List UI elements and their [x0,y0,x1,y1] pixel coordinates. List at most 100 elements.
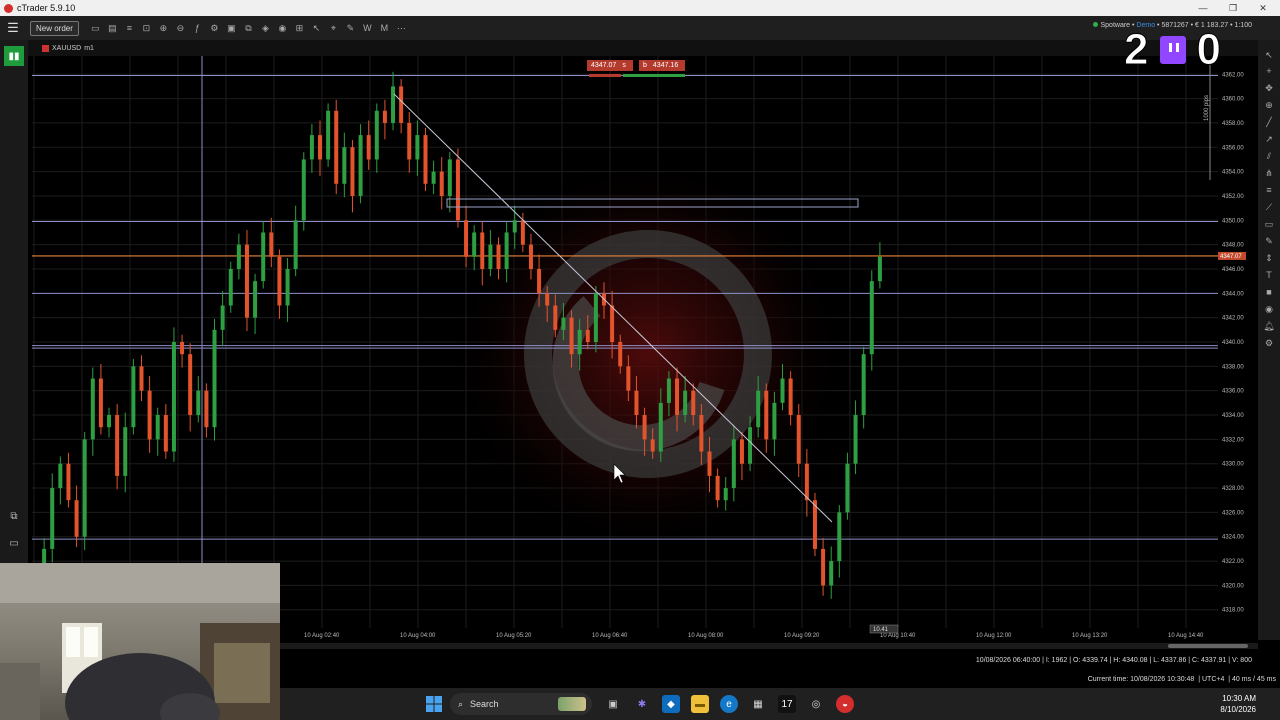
fibonacci-tool-icon[interactable]: ≡ [1261,183,1277,197]
candle-body [244,244,249,318]
buy-quote-button[interactable]: b 4347.16 [639,60,685,71]
sell-quote-button[interactable]: 4347.07 s [587,60,633,71]
windows-taskbar: ⌕ Search ▣ ✱ ◆ ▬ e ▦ 17 ◎ ◒ 10:30 AM 8/1… [280,688,1280,720]
hand-tool-icon[interactable]: ✥ [1261,81,1277,95]
zoom-out-icon[interactable]: ⊖ [172,20,189,37]
ctrader-taskbar-icon[interactable]: ◒ [836,695,854,713]
candle-body [577,329,582,355]
windows-start-icon[interactable] [425,695,443,713]
alert-tool-icon[interactable]: 🔔︎ [1261,319,1277,333]
candle-body [131,366,136,428]
time-tick-label: 10 Aug 13:20 [1072,633,1108,639]
snapshot-icon[interactable]: ⧉ [240,20,257,37]
layers-icon[interactable]: ◈ [257,20,274,37]
chart-type-icon[interactable]: ≡ [121,20,138,37]
channel-tool-icon[interactable]: ⫽ [1261,149,1277,163]
steering-app-icon[interactable]: ◎ [807,695,825,713]
text-tool-icon[interactable]: T [1261,268,1277,282]
more-icon[interactable]: ⋯ [393,20,410,37]
crosshair-tool-icon[interactable]: + [1261,64,1277,78]
edge-browser-icon[interactable]: e [720,695,738,713]
current-time: Current time: 10/08/2026 10:30:48 [1087,676,1195,683]
ray-tool-icon[interactable]: ↗ [1261,132,1277,146]
trade-watch-icon[interactable]: ▮▮ [4,46,24,66]
candle-body [472,232,477,257]
month-icon[interactable]: M [376,20,393,37]
bots-icon[interactable]: ⚙ [206,20,223,37]
trendline-tool-icon[interactable]: ╱ [1261,115,1277,129]
color-tool-icon[interactable]: ■ [1261,285,1277,299]
measure-tool-icon[interactable]: ⇕ [1261,251,1277,265]
tradingview-icon[interactable]: 17 [778,695,796,713]
candle-body [318,135,322,160]
symbol-flag-icon [42,44,49,52]
pointer-tool-icon[interactable]: ↖ [1261,48,1277,62]
store-icon[interactable]: ▦ [749,695,767,713]
price-tick-label: 4350.00 [1222,218,1244,224]
fib-fan-tool-icon[interactable]: ⟋ [1261,200,1277,214]
minimize-icon[interactable]: — [1188,0,1218,16]
pip-label: 1000 pips [1204,95,1210,121]
system-clock[interactable]: 10:30 AM 8/10/2026 [1220,693,1256,715]
price-tick-label: 4338.00 [1222,364,1244,370]
price-tick-label: 4348.00 [1222,243,1244,249]
latency: 40 ms / 45 ms [1232,676,1276,683]
task-view-icon[interactable]: ▣ [604,695,622,713]
chart-scrollbar[interactable] [280,643,1258,649]
time-tick-label: 10 Aug 12:00 [976,633,1012,639]
webcam-overlay [0,563,280,720]
candle-body [569,317,574,355]
timezone-selector[interactable]: UTC+4 [1202,676,1224,683]
visibility-tool-icon[interactable]: ◉ [1261,302,1277,316]
scrollbar-thumb[interactable] [1168,644,1248,648]
new-order-button[interactable]: New order [30,20,79,36]
crosshair-icon[interactable]: ⌖ [325,20,342,37]
price-tick-label: 4322.00 [1222,559,1244,565]
rectangle-tool-icon[interactable]: ▭ [1261,217,1277,231]
menu-icon[interactable]: ☰ [0,16,26,40]
price-chart[interactable]: 1000 pips 4362.004360.004358.004356.0043… [32,56,1258,640]
layout-icon[interactable]: ▤ [104,20,121,37]
copilot-icon[interactable]: ◆ [662,695,680,713]
zoom-tool-icon[interactable]: ⊕ [1261,98,1277,112]
price-tick-label: 4344.00 [1222,291,1244,297]
timeframe-label[interactable]: m1 [84,45,94,52]
chart-mode-icon[interactable]: ▭ [87,20,104,37]
cursor-icon[interactable]: ↖ [308,20,325,37]
draw-icon[interactable]: ✎ [342,20,359,37]
close-icon[interactable]: ✕ [1248,0,1278,16]
taskbar-search[interactable]: ⌕ Search [450,693,592,715]
visibility-icon[interactable]: ◉ [274,20,291,37]
candle-body [683,390,688,416]
teams-icon[interactable]: ✱ [633,695,651,713]
indicators-icon[interactable]: ƒ [189,20,206,37]
main-toolbar: ☰ New order ▭ ▤ ≡ ⊡ ⊕ ⊖ ƒ ⚙ ▣ ⧉ ◈ ◉ ⊞ ↖ … [0,16,1280,40]
candle-body [123,427,128,476]
candle-body [788,378,793,416]
copy-icon[interactable]: ⧉ [7,509,21,523]
week-icon[interactable]: W [359,20,376,37]
file-explorer-icon[interactable]: ▬ [691,695,709,713]
candle-body [821,548,826,586]
template-icon[interactable]: ▣ [223,20,240,37]
candle-body [180,342,185,355]
brush-tool-icon[interactable]: ✎ [1261,234,1277,248]
candle-body [358,135,363,196]
candle-body [374,110,379,160]
price-axis[interactable]: 4362.004360.004358.004356.004354.004352.… [1218,56,1258,628]
symbol-tab[interactable]: XAUUSD m1 [38,42,98,55]
price-tick-label: 4356.00 [1222,145,1244,151]
time-tick-label: 10 Aug 02:40 [304,633,340,639]
candle-body [163,415,168,452]
pitchfork-tool-icon[interactable]: ⋔ [1261,166,1277,180]
lock-icon[interactable]: ⊞ [291,20,308,37]
candle-body [829,561,834,586]
maximize-icon[interactable]: ❐ [1218,0,1248,16]
positions-icon[interactable]: ▭ [7,536,21,550]
candle-body [228,268,233,306]
timeframe-icon[interactable]: ⊡ [138,20,155,37]
zoom-in-icon[interactable]: ⊕ [155,20,172,37]
settings-tool-icon[interactable]: ⚙ [1261,336,1277,350]
candle-body [715,475,720,501]
candle-body [407,122,412,160]
